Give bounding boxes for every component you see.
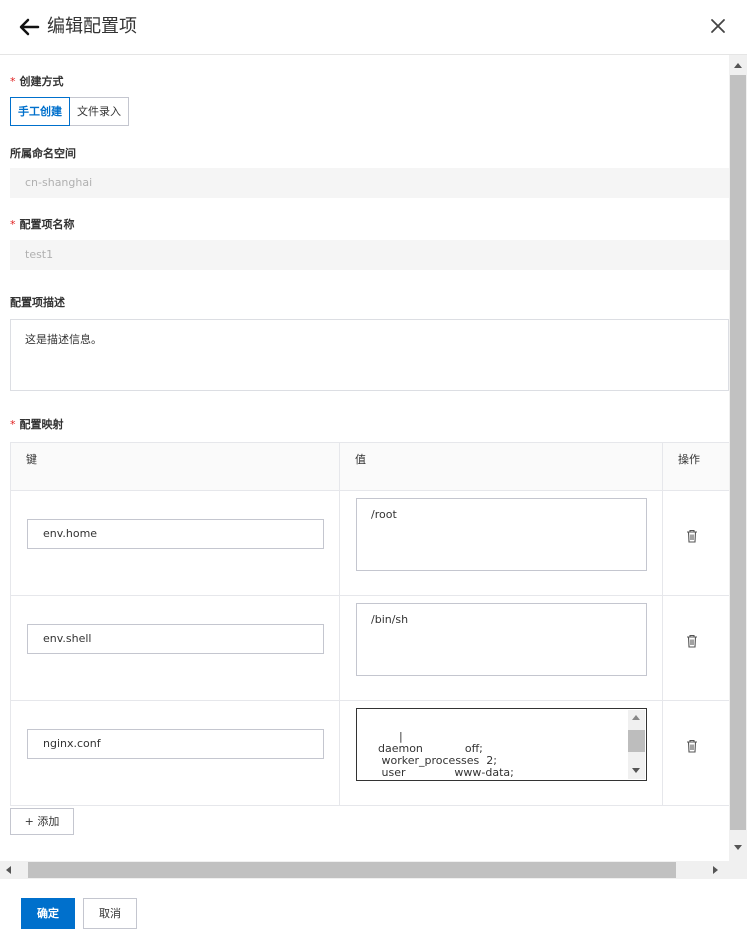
required-mark: * [10,75,16,88]
value-textarea[interactable]: /root [356,498,647,571]
trash-icon[interactable] [685,739,699,753]
scroll-down-arrow-icon[interactable] [632,768,640,773]
scroll-up-arrow-icon[interactable] [734,63,742,68]
table-row: env.home /root [10,491,729,596]
value-text: | daemon off; worker_processes 2; user w… [377,730,514,779]
vertical-scrollbar[interactable] [729,55,747,861]
value-textarea[interactable]: | daemon off; worker_processes 2; user w… [356,708,647,781]
namespace-field: cn-shanghai [10,168,729,198]
dialog-header: 编辑配置项 [0,0,747,55]
key-input[interactable]: env.home [27,519,324,549]
description-label: 配置项描述 [10,296,65,309]
scroll-up-arrow-icon[interactable] [632,715,640,720]
create-method-label: * 创建方式 [10,75,64,88]
trash-icon[interactable] [685,634,699,648]
confirm-button[interactable]: 确定 [21,898,75,929]
scroll-down-arrow-icon[interactable] [734,845,742,850]
file-import-button[interactable]: 文件录入 [70,97,129,126]
table-row: nginx.conf | daemon off; worker_processe… [10,701,729,806]
scroll-left-arrow-icon[interactable] [6,866,11,874]
config-name-label: * 配置项名称 [10,218,75,231]
required-mark: * [10,218,16,231]
column-header-key: 键 [26,453,37,466]
scrollbar-thumb[interactable] [28,862,676,878]
table-row: env.shell /bin/sh [10,596,729,701]
column-header-value: 值 [355,453,366,466]
key-input[interactable]: env.shell [27,624,324,654]
namespace-label: 所属命名空间 [10,147,76,160]
column-header-actions: 操作 [678,453,700,466]
value-textarea[interactable]: /bin/sh [356,603,647,676]
manual-create-button[interactable]: 手工创建 [10,97,70,126]
scrollbar-corner [729,861,747,879]
arrow-left-icon[interactable] [18,16,40,38]
create-method-toggle: 手工创建 文件录入 [10,97,129,126]
scrollbar-thumb[interactable] [628,730,645,752]
mapping-label: * 配置映射 [10,418,64,431]
textarea-scrollbar[interactable] [628,710,645,779]
description-textarea[interactable]: 这是描述信息。 [10,319,729,391]
close-icon[interactable] [708,16,728,36]
config-name-field: test1 [10,240,729,270]
form-scroll-area: * 创建方式 手工创建 文件录入 所属命名空间 cn-shanghai * 配置项名… [0,55,729,861]
scrollbar-thumb[interactable] [730,75,746,830]
horizontal-scrollbar[interactable] [0,861,729,879]
add-mapping-button[interactable]: + 添加 [10,808,74,835]
table-header: 键 值 操作 [10,442,729,491]
trash-icon[interactable] [685,529,699,543]
column-divider [662,442,663,806]
key-input[interactable]: nginx.conf [27,729,324,759]
column-divider [339,442,340,806]
cancel-button[interactable]: 取消 [83,898,137,929]
page-title: 编辑配置项 [47,16,137,37]
dialog-footer: 确定 取消 [0,879,747,939]
required-mark: * [10,418,16,431]
scroll-right-arrow-icon[interactable] [713,866,718,874]
